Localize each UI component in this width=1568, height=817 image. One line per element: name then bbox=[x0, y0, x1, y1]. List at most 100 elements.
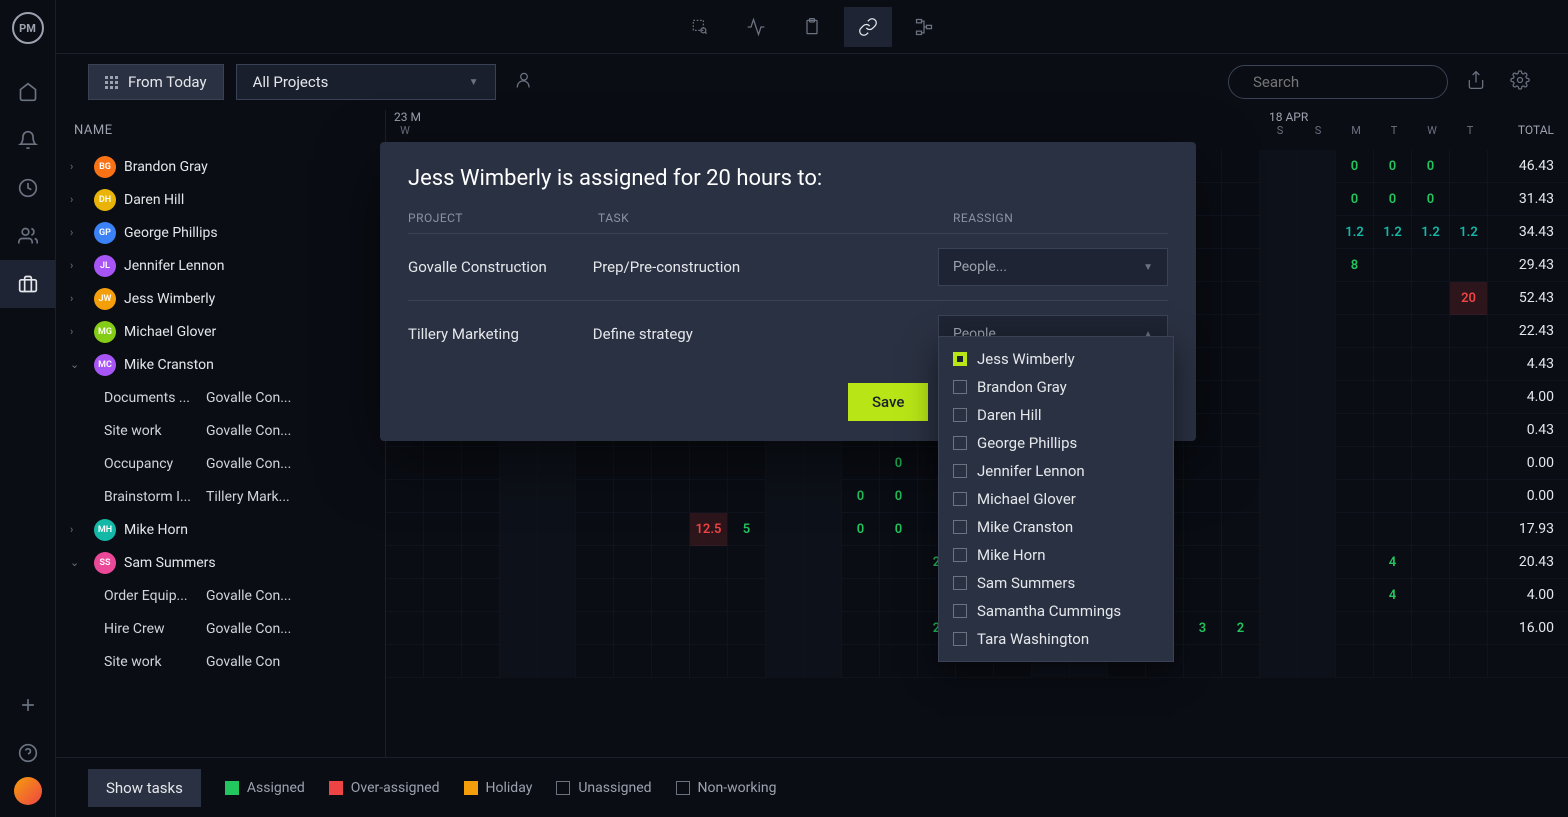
workload-cell[interactable] bbox=[1298, 480, 1336, 513]
workload-cell[interactable] bbox=[386, 546, 424, 579]
workload-cell[interactable] bbox=[766, 447, 804, 480]
workload-cell[interactable] bbox=[386, 579, 424, 612]
workload-cell[interactable] bbox=[462, 645, 500, 678]
workload-cell[interactable] bbox=[1374, 447, 1412, 480]
workload-cell[interactable] bbox=[500, 480, 538, 513]
workload-cell[interactable] bbox=[1260, 612, 1298, 645]
workload-cell[interactable] bbox=[614, 645, 652, 678]
help-icon[interactable] bbox=[0, 729, 56, 777]
checkbox[interactable] bbox=[953, 380, 967, 394]
task-row[interactable]: Brainstorm I...Tillery Mark... bbox=[56, 480, 385, 513]
workload-cell[interactable] bbox=[1184, 447, 1222, 480]
workload-cell[interactable] bbox=[1450, 249, 1488, 282]
task-row[interactable]: OccupancyGovalle Con... bbox=[56, 447, 385, 480]
dropdown-item[interactable]: Mike Cranston bbox=[939, 513, 1173, 541]
checkbox[interactable] bbox=[953, 604, 967, 618]
workload-cell[interactable] bbox=[576, 612, 614, 645]
workload-cell[interactable] bbox=[690, 546, 728, 579]
people-icon[interactable] bbox=[0, 212, 56, 260]
workload-cell[interactable] bbox=[576, 546, 614, 579]
workload-cell[interactable] bbox=[766, 579, 804, 612]
workload-cell[interactable] bbox=[538, 612, 576, 645]
dropdown-item[interactable]: Michael Glover bbox=[939, 485, 1173, 513]
workload-cell[interactable] bbox=[424, 480, 462, 513]
workload-cell[interactable] bbox=[1412, 381, 1450, 414]
workload-cell[interactable] bbox=[804, 579, 842, 612]
workload-cell[interactable] bbox=[804, 447, 842, 480]
workload-cell[interactable] bbox=[424, 645, 462, 678]
workload-cell[interactable] bbox=[614, 447, 652, 480]
workload-cell[interactable] bbox=[690, 480, 728, 513]
workload-cell[interactable] bbox=[538, 513, 576, 546]
workload-cell[interactable] bbox=[386, 612, 424, 645]
workload-cell[interactable] bbox=[842, 612, 880, 645]
workload-cell[interactable] bbox=[1450, 513, 1488, 546]
person-row[interactable]: ›JWJess Wimberly bbox=[56, 282, 385, 315]
workload-cell[interactable] bbox=[1450, 579, 1488, 612]
workload-cell[interactable] bbox=[424, 579, 462, 612]
workload-cell[interactable] bbox=[538, 480, 576, 513]
workload-cell[interactable]: 20 bbox=[1450, 282, 1488, 315]
workload-cell[interactable] bbox=[1374, 513, 1412, 546]
settings-icon[interactable] bbox=[1504, 64, 1536, 100]
workload-cell[interactable] bbox=[1260, 480, 1298, 513]
workload-cell[interactable] bbox=[1260, 414, 1298, 447]
dropdown-item[interactable]: Daren Hill bbox=[939, 401, 1173, 429]
workload-cell[interactable]: 5 bbox=[728, 513, 766, 546]
workload-cell[interactable] bbox=[652, 480, 690, 513]
dropdown-item[interactable]: George Phillips bbox=[939, 429, 1173, 457]
checkbox[interactable] bbox=[953, 548, 967, 562]
dropdown-item[interactable]: Mike Horn bbox=[939, 541, 1173, 569]
workload-cell[interactable] bbox=[1260, 513, 1298, 546]
workload-cell[interactable] bbox=[804, 480, 842, 513]
workload-cell[interactable] bbox=[614, 579, 652, 612]
workload-cell[interactable] bbox=[880, 579, 918, 612]
workload-cell[interactable] bbox=[1412, 447, 1450, 480]
dropdown-item[interactable]: Samantha Cummings bbox=[939, 597, 1173, 625]
workload-cell[interactable] bbox=[1222, 381, 1260, 414]
workload-cell[interactable] bbox=[652, 447, 690, 480]
dropdown-item[interactable]: Tara Washington bbox=[939, 625, 1173, 653]
workload-cell[interactable]: 1.2 bbox=[1336, 216, 1374, 249]
workload-cell[interactable] bbox=[1374, 315, 1412, 348]
workload-cell[interactable] bbox=[1450, 414, 1488, 447]
person-filter-icon[interactable] bbox=[508, 64, 540, 100]
workload-cell[interactable] bbox=[652, 579, 690, 612]
workload-cell[interactable] bbox=[1298, 381, 1336, 414]
workload-cell[interactable]: 0 bbox=[1412, 183, 1450, 216]
workload-cell[interactable] bbox=[1260, 249, 1298, 282]
workload-cell[interactable] bbox=[766, 645, 804, 678]
workload-cell[interactable] bbox=[1184, 513, 1222, 546]
workload-cell[interactable] bbox=[842, 546, 880, 579]
workload-cell[interactable] bbox=[1222, 348, 1260, 381]
workload-cell[interactable]: 3 bbox=[1184, 612, 1222, 645]
workload-cell[interactable] bbox=[1222, 645, 1260, 678]
workload-cell[interactable] bbox=[690, 645, 728, 678]
view-clipboard-icon[interactable] bbox=[788, 7, 836, 47]
workload-cell[interactable] bbox=[1336, 414, 1374, 447]
workload-cell[interactable] bbox=[1450, 546, 1488, 579]
expand-icon[interactable]: › bbox=[70, 160, 86, 173]
workload-cell[interactable] bbox=[1260, 546, 1298, 579]
workload-cell[interactable] bbox=[1450, 645, 1488, 678]
workload-cell[interactable] bbox=[462, 480, 500, 513]
expand-icon[interactable]: ⌄ bbox=[70, 556, 86, 569]
workload-cell[interactable] bbox=[1412, 249, 1450, 282]
workload-cell[interactable] bbox=[386, 645, 424, 678]
checkbox[interactable] bbox=[953, 632, 967, 646]
workload-cell[interactable] bbox=[500, 447, 538, 480]
task-row[interactable]: Order Equip...Govalle Con... bbox=[56, 579, 385, 612]
workload-cell[interactable] bbox=[690, 447, 728, 480]
workload-cell[interactable] bbox=[462, 612, 500, 645]
workload-cell[interactable] bbox=[804, 513, 842, 546]
workload-cell[interactable] bbox=[652, 513, 690, 546]
workload-cell[interactable] bbox=[1374, 282, 1412, 315]
workload-cell[interactable] bbox=[728, 579, 766, 612]
workload-cell[interactable] bbox=[1450, 447, 1488, 480]
workload-cell[interactable] bbox=[1374, 645, 1412, 678]
workload-cell[interactable] bbox=[424, 612, 462, 645]
workload-cell[interactable] bbox=[804, 546, 842, 579]
search-input[interactable] bbox=[1253, 73, 1452, 91]
workload-cell[interactable] bbox=[1450, 150, 1488, 183]
expand-icon[interactable]: › bbox=[70, 226, 86, 239]
